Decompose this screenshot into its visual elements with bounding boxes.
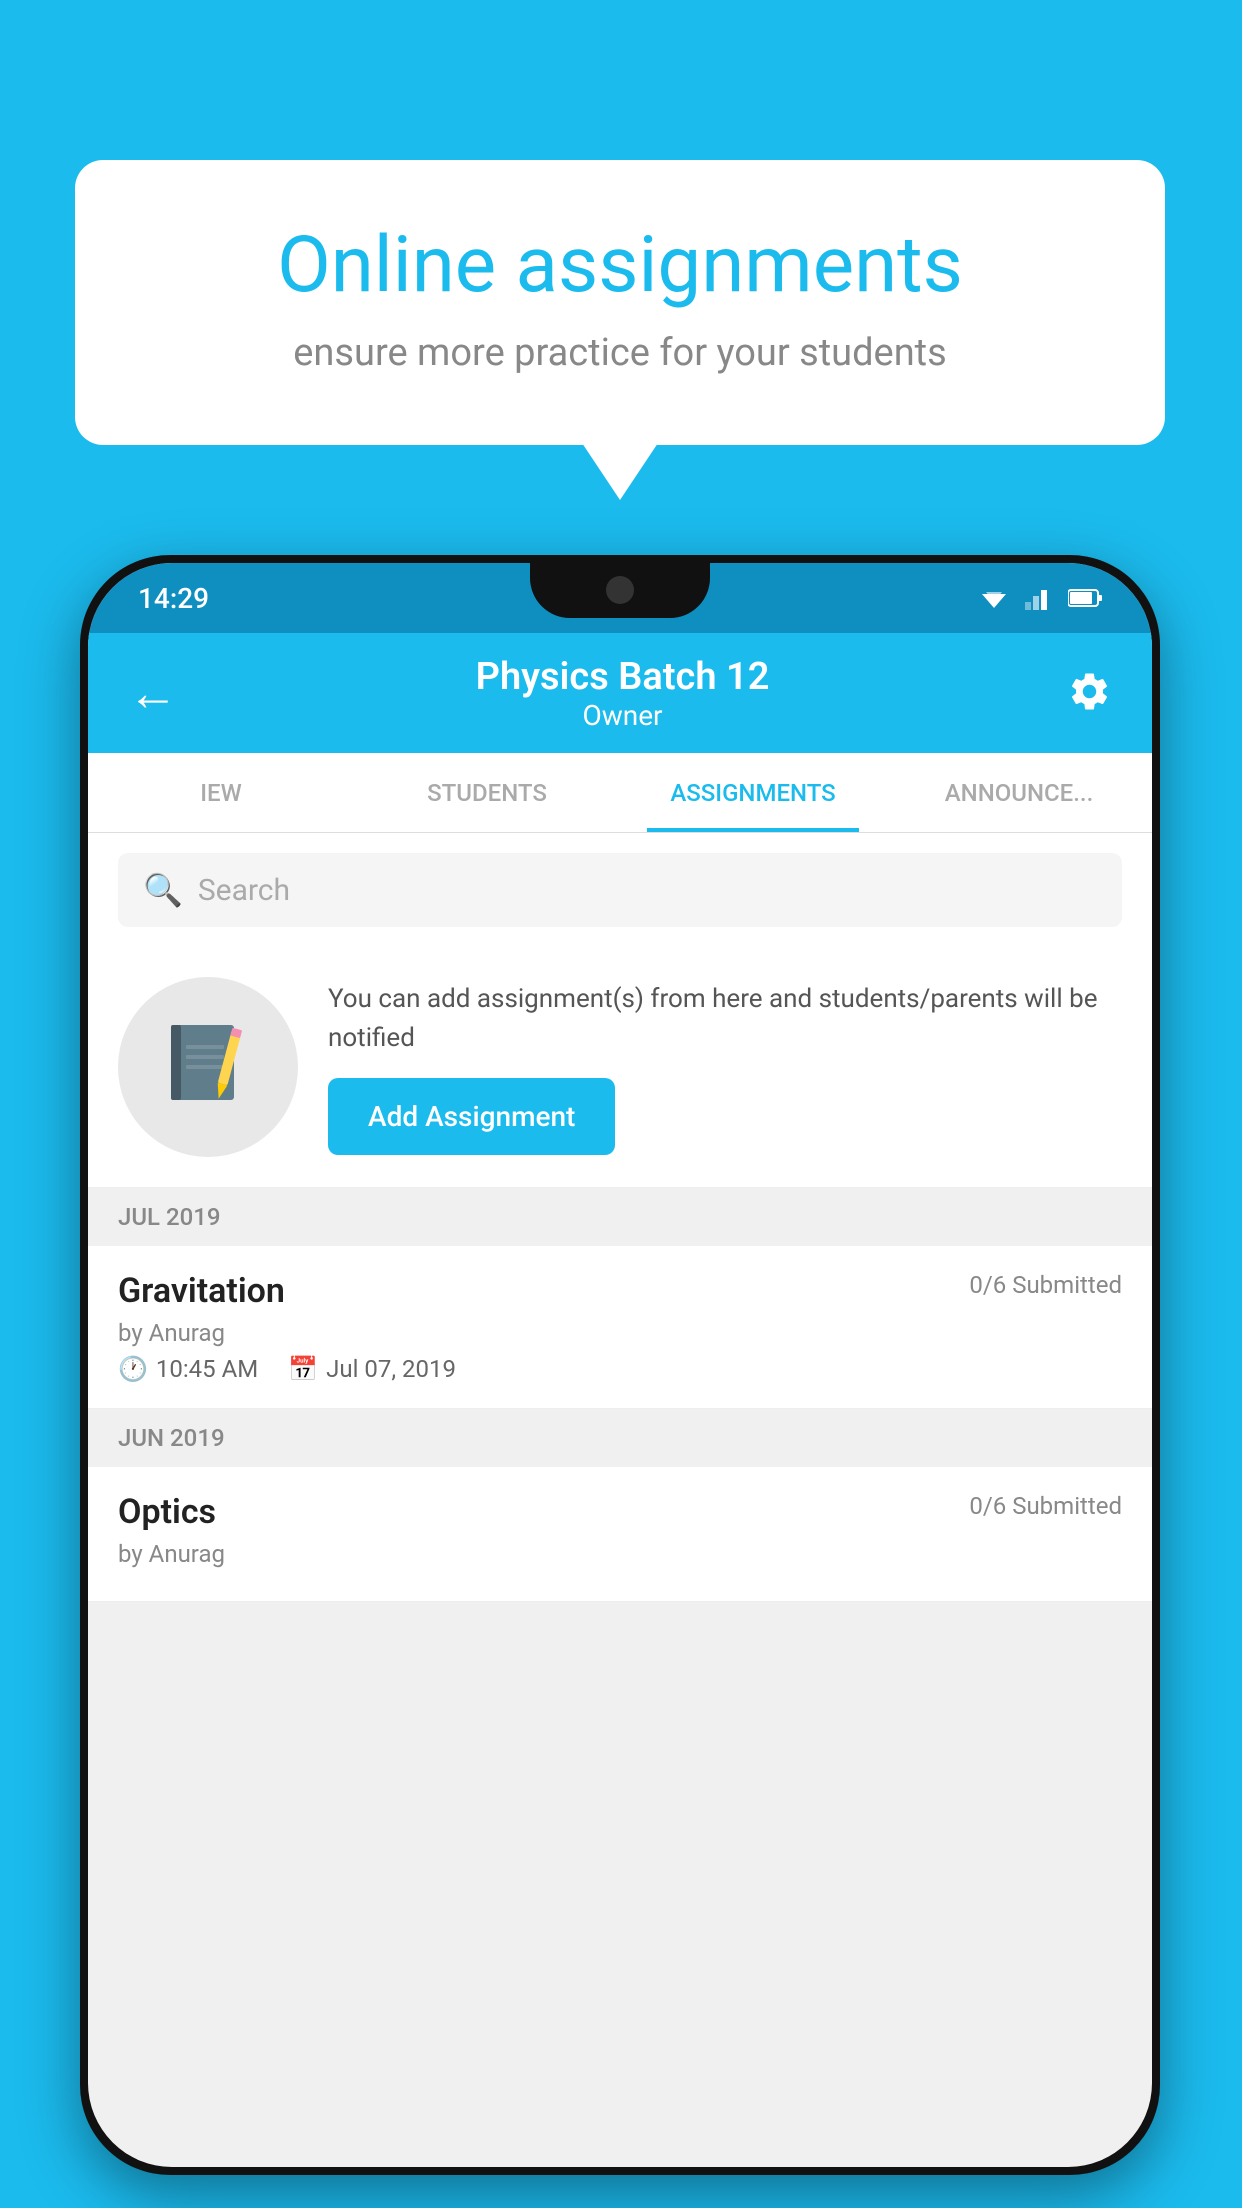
info-box: You can add assignment(s) from here and … xyxy=(88,947,1152,1188)
search-bar[interactable]: 🔍 Search xyxy=(118,853,1122,927)
add-assignment-button[interactable]: Add Assignment xyxy=(328,1078,615,1155)
section-header-jul: JUL 2019 xyxy=(88,1188,1152,1246)
clock-icon: 🕐 xyxy=(118,1355,148,1383)
search-container: 🔍 Search xyxy=(88,833,1152,947)
assignment-item-optics[interactable]: Optics 0/6 Submitted by Anurag xyxy=(88,1467,1152,1602)
phone-frame: 14:29 xyxy=(80,555,1160,2175)
speech-bubble-subtitle: ensure more practice for your students xyxy=(155,331,1085,375)
tab-iew[interactable]: IEW xyxy=(88,753,354,832)
info-text: You can add assignment(s) from here and … xyxy=(328,980,1122,1058)
calendar-icon: 📅 xyxy=(288,1355,318,1383)
assignment-date: 📅 Jul 07, 2019 xyxy=(288,1355,456,1383)
assignment-submitted: 0/6 Submitted xyxy=(969,1271,1122,1299)
tab-assignments[interactable]: ASSIGNMENTS xyxy=(620,753,886,832)
assignment-item-gravitation[interactable]: Gravitation 0/6 Submitted by Anurag 🕐 10… xyxy=(88,1246,1152,1409)
notch xyxy=(530,563,710,618)
tab-announcements[interactable]: ANNOUNCE... xyxy=(886,753,1152,832)
phone-inner: 14:29 xyxy=(88,563,1152,2167)
gear-icon xyxy=(1067,669,1112,714)
camera xyxy=(606,576,634,604)
signal-icon xyxy=(1025,586,1053,610)
speech-bubble-title: Online assignments xyxy=(155,220,1085,311)
assignment-name-optics: Optics xyxy=(118,1492,216,1532)
back-button[interactable]: ← xyxy=(128,664,178,723)
assignment-meta: 🕐 10:45 AM 📅 Jul 07, 2019 xyxy=(118,1355,1122,1383)
speech-bubble-container: Online assignments ensure more practice … xyxy=(75,160,1165,445)
search-placeholder: Search xyxy=(198,873,290,908)
speech-bubble: Online assignments ensure more practice … xyxy=(75,160,1165,445)
status-time: 14:29 xyxy=(138,582,209,615)
notebook-icon xyxy=(166,1020,251,1115)
app-bar-title-container: Physics Batch 12 Owner xyxy=(476,655,770,732)
status-bar: 14:29 xyxy=(88,563,1152,633)
app-bar-title: Physics Batch 12 xyxy=(476,655,770,699)
assignment-author-optics: by Anurag xyxy=(118,1540,1122,1568)
search-icon: 🔍 xyxy=(143,871,183,909)
assignment-icon-circle xyxy=(118,977,298,1157)
info-text-container: You can add assignment(s) from here and … xyxy=(328,980,1122,1155)
assignment-submitted-optics: 0/6 Submitted xyxy=(969,1492,1122,1520)
app-bar-subtitle: Owner xyxy=(476,699,770,732)
assignment-author: by Anurag xyxy=(118,1319,1122,1347)
section-header-jun: JUN 2019 xyxy=(88,1409,1152,1467)
settings-button[interactable] xyxy=(1067,669,1112,718)
wifi-icon xyxy=(978,586,1010,610)
status-icons xyxy=(978,586,1102,610)
tab-bar: IEW STUDENTS ASSIGNMENTS ANNOUNCE... xyxy=(88,753,1152,833)
app-bar: ← Physics Batch 12 Owner xyxy=(88,633,1152,753)
battery-icon xyxy=(1068,588,1102,608)
tab-students[interactable]: STUDENTS xyxy=(354,753,620,832)
assignment-row-top: Gravitation 0/6 Submitted xyxy=(118,1271,1122,1311)
assignment-row-top-optics: Optics 0/6 Submitted xyxy=(118,1492,1122,1532)
assignment-time: 🕐 10:45 AM xyxy=(118,1355,258,1383)
assignment-name: Gravitation xyxy=(118,1271,285,1311)
